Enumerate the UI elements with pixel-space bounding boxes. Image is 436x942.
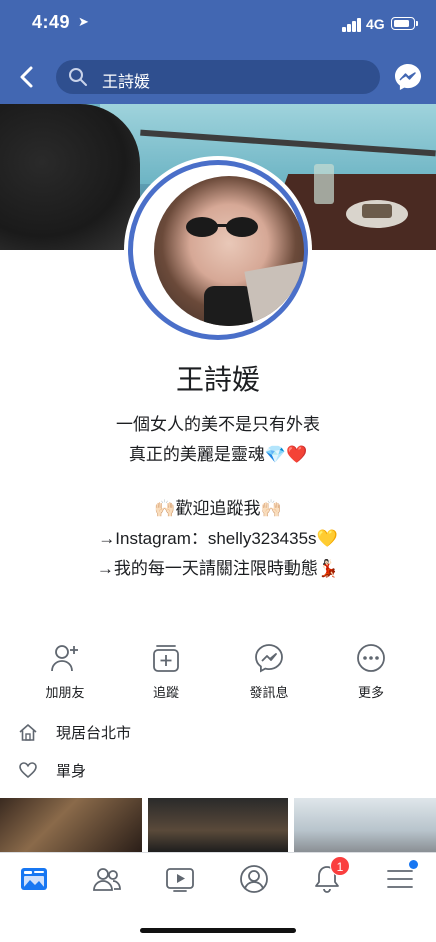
friends-icon	[93, 868, 121, 891]
home-icon	[19, 724, 37, 741]
tab-watch[interactable]	[164, 863, 200, 895]
messenger-icon	[395, 64, 421, 90]
photo-thumbnail[interactable]	[294, 798, 436, 852]
tab-news-feed[interactable]	[18, 863, 54, 895]
messenger-icon	[255, 644, 283, 673]
back-arrow-icon	[20, 66, 33, 88]
profile-icon	[240, 865, 268, 893]
add-friend-button[interactable]: 加朋友	[20, 642, 110, 701]
info-relationship-row: 單身	[0, 756, 436, 786]
home-indicator	[140, 928, 296, 933]
photo-thumbnail[interactable]	[148, 798, 288, 852]
watch-icon	[166, 868, 194, 892]
signal-icon	[342, 18, 362, 32]
top-bar: 4:49 ➤ 4G 王詩媛	[0, 0, 436, 104]
bio-line	[0, 470, 436, 494]
bio-line: 🙌🏻歡迎追蹤我🙌🏻	[154, 499, 282, 518]
menu-new-dot	[409, 860, 418, 869]
search-query: 王詩媛	[102, 74, 151, 91]
message-label: 發訊息	[249, 685, 289, 700]
news-feed-icon	[21, 868, 47, 890]
photo-thumbnail[interactable]	[0, 798, 142, 852]
bio-line: 真正的美麗是靈魂💎❤️	[128, 445, 308, 464]
profile-actions: 加朋友 追蹤 發訊息 更多	[0, 642, 436, 702]
bio-line: →我的每一天請關注限時動態💃🏻	[96, 559, 340, 578]
status-bar: 4:49 ➤ 4G	[0, 0, 436, 48]
sunglasses-shape	[186, 217, 258, 237]
search-icon	[69, 68, 87, 86]
search-input[interactable]: 王詩媛	[56, 60, 380, 94]
location-arrow-icon: ➤	[78, 14, 89, 29]
more-label: 更多	[357, 685, 384, 700]
add-friend-icon	[51, 645, 78, 672]
relationship-text: 單身	[56, 763, 87, 780]
battery-icon	[391, 17, 418, 30]
follow-icon	[153, 645, 179, 672]
profile-picture[interactable]	[154, 176, 304, 326]
battery-fill	[393, 19, 409, 27]
more-icon	[357, 644, 385, 672]
tab-friends[interactable]	[91, 863, 127, 895]
info-location-row: 現居台北市	[0, 718, 436, 748]
network-type: 4G	[366, 16, 385, 32]
messenger-button[interactable]	[392, 61, 424, 93]
status-time: 4:49	[32, 12, 71, 32]
add-friend-label: 加朋友	[45, 685, 85, 700]
tab-profile[interactable]	[238, 863, 274, 895]
location-text: 現居台北市	[56, 725, 132, 742]
search-nav: 王詩媛	[0, 54, 436, 100]
bio-line: →Instagram：shelly323435s💛	[98, 529, 338, 548]
more-button[interactable]: 更多	[326, 642, 416, 701]
follow-button[interactable]: 追蹤	[121, 642, 211, 701]
notifications-badge: 1	[330, 856, 350, 876]
profile-bio: 一個女人的美不是只有外表 真正的美麗是靈魂💎❤️ 🙌🏻歡迎追蹤我🙌🏻 →Inst…	[0, 410, 436, 584]
profile-name: 王詩媛	[175, 364, 260, 395]
bio-line: 一個女人的美不是只有外表	[116, 415, 320, 434]
photos-strip	[0, 798, 436, 852]
message-button[interactable]: 發訊息	[224, 642, 314, 701]
heart-icon	[19, 762, 37, 779]
back-button[interactable]	[14, 63, 42, 91]
follow-label: 追蹤	[152, 685, 179, 700]
